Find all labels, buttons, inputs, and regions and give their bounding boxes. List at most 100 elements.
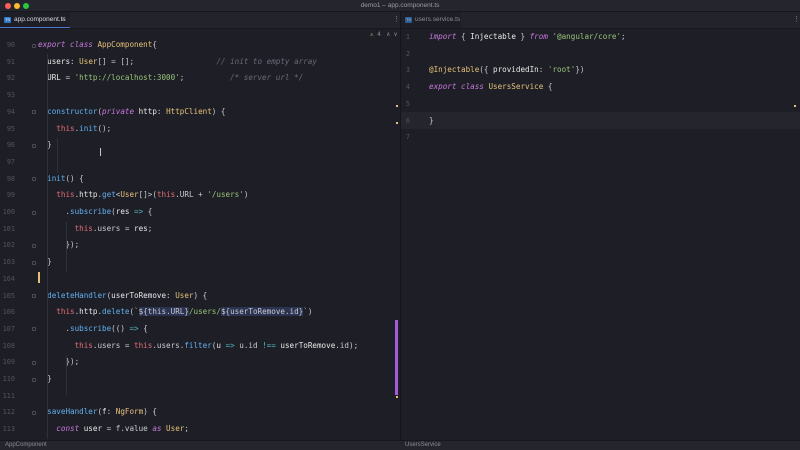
- code-line[interactable]: users: User[] = []; // init to empty arr…: [38, 54, 317, 71]
- code-token: userToRemove: [280, 340, 336, 350]
- line-number: 91: [6, 57, 15, 66]
- code-token: this: [74, 340, 93, 350]
- code-token: {: [543, 82, 553, 92]
- code-token: URL: [47, 73, 61, 83]
- code-token: =: [60, 73, 75, 83]
- text-caret: [38, 272, 40, 283]
- tab-app-component[interactable]: TS app.component.ts ✕: [0, 12, 70, 28]
- code-token: '@angular/core': [552, 32, 622, 41]
- tab-users-service[interactable]: TS users.service.ts ✕: [401, 12, 461, 28]
- window-title: demo1 – app.component.ts: [360, 2, 440, 9]
- code-token: .id);: [335, 340, 359, 350]
- code-line[interactable]: .subscribe(res => {: [38, 204, 152, 221]
- code-token: users: [47, 56, 71, 66]
- code-line[interactable]: const user = f.value as User;: [38, 421, 189, 438]
- line-number: 7: [405, 133, 410, 142]
- code-line[interactable]: this.users = res;: [38, 221, 153, 238]
- code-token: :: [156, 106, 167, 116]
- line-number: 105: [2, 291, 15, 300]
- scroll-mark: [396, 122, 398, 124]
- code-line[interactable]: @Injectable({ providedIn: 'root'}): [429, 62, 584, 79]
- line-number: 99: [6, 191, 15, 200]
- code-line[interactable]: constructor(private http: HttpClient) {: [38, 104, 225, 121]
- code-line[interactable]: }: [38, 254, 52, 271]
- code-line[interactable]: init() {: [38, 171, 84, 188]
- code-token: ) {: [193, 290, 208, 300]
- code-line[interactable]: }: [429, 113, 434, 130]
- code-token: import: [429, 32, 462, 41]
- more-options-icon[interactable]: ⋮: [393, 12, 400, 28]
- code-line[interactable]: deleteHandler(userToRemove: User) {: [38, 288, 207, 305]
- tab-label: users.service.ts: [415, 16, 461, 23]
- fold-toggle-icon[interactable]: [32, 410, 36, 415]
- code-token: this: [56, 190, 75, 200]
- more-options-icon[interactable]: ⋮: [793, 12, 800, 28]
- code-token: saveHandler: [47, 407, 98, 417]
- fold-toggle-icon[interactable]: [32, 177, 36, 182]
- code-line[interactable]: saveHandler(f: NgForm) {: [38, 404, 157, 421]
- code-token: /* server url */: [230, 73, 304, 83]
- code-line[interactable]: this.http.delete(`${this.URL}/users/${us…: [38, 304, 312, 321]
- code-token: get: [102, 190, 116, 200]
- line-number: 4: [405, 83, 410, 92]
- breadcrumb-left[interactable]: AppComponent: [5, 441, 47, 450]
- code-line[interactable]: }: [38, 371, 52, 388]
- breadcrumb-right[interactable]: UsersService: [405, 441, 441, 450]
- right-editor-pane[interactable]: 1 2 3 4 5 6 7 import { Injectable } from '@ang…: [401, 29, 800, 440]
- code-token: from: [529, 32, 553, 41]
- code-line[interactable]: this.init();: [38, 121, 111, 138]
- line-number: 97: [6, 157, 15, 166]
- next-highlight-icon[interactable]: ∨: [394, 31, 398, 38]
- code-token: :: [538, 65, 548, 75]
- code-token: ;: [184, 424, 189, 434]
- code-line[interactable]: });: [38, 237, 79, 254]
- code-token: // init to empty array: [216, 56, 317, 66]
- code-line[interactable]: this.http.get<User[]>(this.URL + '/users…: [38, 187, 248, 204]
- inspection-widget[interactable]: ⚠ 4 ∧ ∨: [370, 29, 397, 41]
- code-token: User: [79, 56, 98, 66]
- code-line[interactable]: export class UsersService {: [429, 79, 552, 96]
- close-icon[interactable]: ✕: [61, 12, 66, 28]
- code-line[interactable]: URL = 'http://localhost:3000'; /* server…: [38, 70, 303, 87]
- code-line[interactable]: }: [38, 137, 52, 154]
- line-number: 106: [2, 308, 15, 317]
- fold-toggle-icon[interactable]: [32, 110, 36, 115]
- code-token: .: [38, 207, 71, 216]
- code-token: delete: [102, 307, 130, 317]
- fold-toggle-icon[interactable]: [32, 377, 36, 382]
- code-token: UsersService: [488, 82, 544, 92]
- fold-toggle-icon[interactable]: [32, 294, 36, 298]
- line-number: 95: [6, 124, 15, 133]
- code-token: User: [166, 424, 185, 434]
- code-token: res: [115, 207, 130, 216]
- code-line[interactable]: });: [38, 354, 79, 371]
- line-number: 109: [2, 358, 15, 367]
- left-editor-pane[interactable]: 90 91 92 93 94 95 96 97 98 99 100 101 102 103 104 105 10…: [0, 29, 400, 440]
- code-token: ${userToRemove.id}: [220, 307, 304, 317]
- code-token: export: [429, 82, 462, 92]
- fold-toggle-icon[interactable]: [32, 260, 36, 265]
- code-line[interactable]: export class AppComponent{: [38, 37, 157, 54]
- code-token: =>: [129, 323, 139, 333]
- fold-toggle-icon[interactable]: [32, 143, 36, 148]
- code-token: HttpClient: [166, 106, 212, 116]
- fold-toggle-icon[interactable]: [32, 360, 36, 365]
- fold-toggle-icon[interactable]: [32, 327, 36, 332]
- code-token: AppComponent: [97, 40, 153, 49]
- fold-toggle-icon[interactable]: [32, 43, 36, 48]
- fold-toggle-icon[interactable]: [32, 210, 36, 215]
- right-tab-bar: TS users.service.ts ✕: [401, 12, 800, 29]
- code-line[interactable]: .subscribe(() => {: [38, 321, 147, 338]
- code-token: init: [47, 173, 66, 183]
- code-line[interactable]: this.users = this.users.filter(u => u.id…: [38, 338, 359, 355]
- fold-toggle-icon[interactable]: [32, 243, 36, 248]
- code-token: ): [307, 307, 313, 317]
- code-line[interactable]: import { Injectable } from '@angular/cor…: [429, 29, 626, 46]
- previous-highlight-icon[interactable]: ∧: [387, 31, 391, 38]
- code-token: class: [70, 40, 98, 49]
